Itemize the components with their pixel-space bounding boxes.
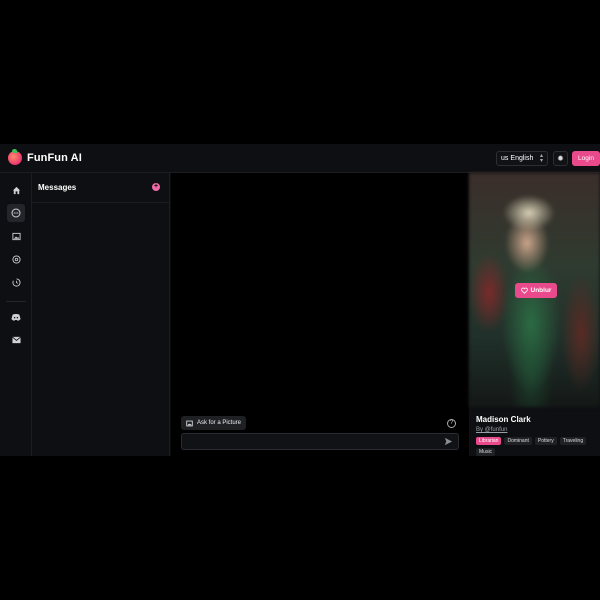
image-icon [11,232,21,240]
messages-panel: Messages + [32,173,170,456]
tag-music[interactable]: Music [476,448,496,456]
side-rail [0,173,32,456]
unblur-button[interactable]: Unblur [515,283,557,298]
send-icon[interactable] [444,437,453,446]
language-label: English [510,155,534,162]
creator-link[interactable]: By @funfun [476,427,507,433]
mail-icon [11,336,21,344]
plus-circle-icon [11,254,21,264]
peach-logo-icon [8,149,22,165]
brand-logo[interactable]: FunFun AI [8,149,82,165]
chevron-updown-icon: ▴ ▾ [539,153,543,164]
ask-for-picture-button[interactable]: Ask for a Picture [181,416,247,430]
rail-chat-button[interactable] [7,204,25,222]
theme-toggle-button[interactable]: ✹ [553,151,568,166]
new-message-button[interactable]: + [152,183,160,191]
brand-name: FunFun AI [27,152,82,164]
unblur-label: Unblur [530,287,552,294]
flag-icon: us [501,155,509,162]
discord-icon [11,313,21,321]
tag-librarian[interactable]: Librarian [476,437,502,445]
image-icon [186,420,193,426]
messages-header: Messages + [32,173,169,203]
character-tags: Librarian Dominant Pottery Traveling Mus… [476,437,600,456]
tag-traveling[interactable]: Traveling [559,437,587,445]
character-name: Madison Clark [476,415,531,424]
rail-home-button[interactable] [7,181,25,199]
character-profile-panel: Unblur Madison Clark By @funfun Libraria… [469,173,600,456]
ask-for-picture-label: Ask for a Picture [197,420,242,426]
help-icon[interactable]: ? [447,419,456,428]
sun-icon: ✹ [557,154,564,163]
rail-history-button[interactable] [7,273,25,291]
history-icon [11,277,20,287]
app-window: FunFun AI us English ▴ ▾ ✹ Login Message… [0,144,600,456]
chat-area: Ask for a Picture ? [171,173,469,456]
message-input[interactable] [181,433,459,450]
chat-icon [11,208,21,218]
rail-discord-button[interactable] [7,308,25,326]
messages-title: Messages [38,183,77,192]
heart-icon [520,287,528,294]
rail-create-button[interactable] [7,250,25,268]
rail-gallery-button[interactable] [7,227,25,245]
login-button[interactable]: Login [572,151,600,166]
top-bar: FunFun AI us English ▴ ▾ ✹ Login [0,144,600,173]
home-icon [12,186,20,194]
language-select[interactable]: us English ▴ ▾ [496,151,548,166]
rail-mail-button[interactable] [7,331,25,349]
tag-pottery[interactable]: Pottery [534,437,557,445]
tag-dominant[interactable]: Dominant [504,437,532,445]
rail-divider [6,301,26,302]
